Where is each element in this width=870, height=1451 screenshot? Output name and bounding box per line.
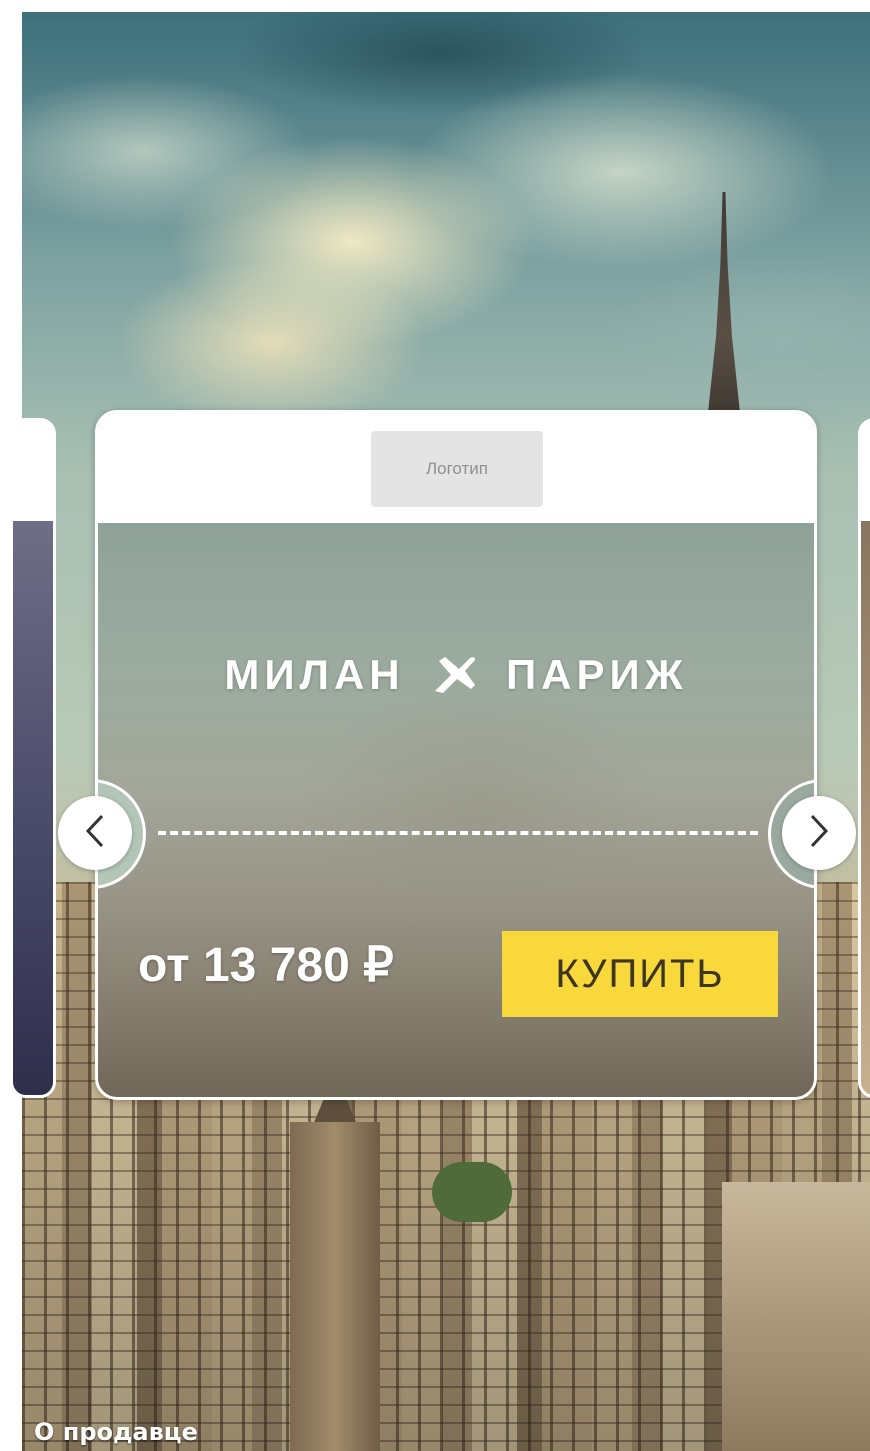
building-image <box>722 1182 870 1451</box>
airplane-icon <box>431 651 479 705</box>
logo-placeholder: Логотип <box>371 431 543 507</box>
route-title: МИЛАН ПАРИЖ <box>98 651 814 705</box>
next-card-peek[interactable] <box>858 418 870 1098</box>
seller-info-link[interactable]: О продавце <box>34 1418 198 1446</box>
route-destination: ПАРИЖ <box>505 651 688 699</box>
price-label: от 13 780 ₽ <box>138 939 394 992</box>
chevron-left-icon <box>82 813 108 854</box>
route-origin: МИЛАН <box>224 651 405 699</box>
card-header: Логотип <box>98 413 814 523</box>
church-tower-image <box>290 1122 380 1451</box>
carousel-next-button[interactable] <box>782 796 856 870</box>
chevron-right-icon <box>806 813 832 854</box>
ticket-tear-line <box>158 831 758 835</box>
eiffel-tower-image <box>706 192 742 432</box>
trees-image <box>432 1162 512 1222</box>
carousel-prev-button[interactable] <box>58 796 132 870</box>
previous-card-peek[interactable] <box>10 418 56 1098</box>
buy-button[interactable]: КУПИТЬ <box>502 931 778 1017</box>
card-body: МИЛАН ПАРИЖ от 13 780 ₽ КУПИТЬ <box>98 523 814 1097</box>
offer-card[interactable]: Логотип МИЛАН ПАРИЖ от 13 780 ₽ КУПИТЬ <box>95 410 817 1100</box>
